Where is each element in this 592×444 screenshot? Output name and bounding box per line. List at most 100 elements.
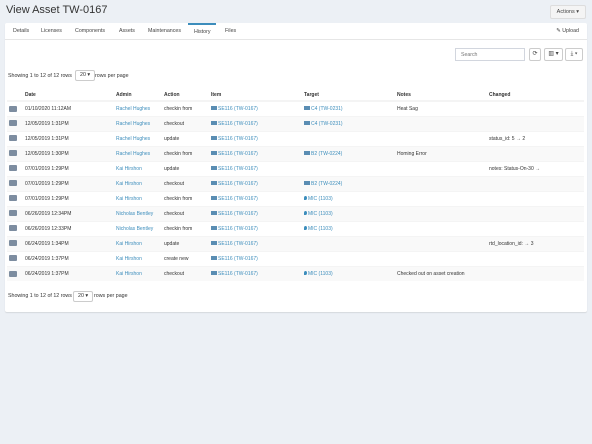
target-link[interactable]: MIC (1103) xyxy=(308,226,333,232)
history-row-icon xyxy=(9,270,17,277)
item-link[interactable]: SE116 (TW-0167) xyxy=(218,256,258,262)
barcode-icon xyxy=(211,241,217,246)
col-target[interactable]: Target xyxy=(302,89,395,102)
item-cell: SE116 (TW-0167) xyxy=(209,220,302,236)
target-cell: B2 (TW-0224) xyxy=(302,145,395,161)
item-link[interactable]: SE116 (TW-0167) xyxy=(218,241,258,247)
target-link[interactable]: C4 (TW-0231) xyxy=(311,121,343,127)
tab-history[interactable]: History xyxy=(188,23,217,40)
date-cell: 06/24/2019 1:37PM xyxy=(23,265,114,281)
col-admin[interactable]: Admin xyxy=(114,89,162,102)
barcode-icon xyxy=(211,181,217,186)
tab-licenses[interactable]: Licenses xyxy=(39,23,64,40)
item-link[interactable]: SE116 (TW-0167) xyxy=(218,136,258,142)
changed-value: notes: Status-On-30 → xyxy=(489,165,541,172)
table-row: 07/01/2019 1:29PM Kai Hirshon checkin from… xyxy=(7,190,584,206)
notes-cell xyxy=(395,250,487,266)
admin-link[interactable]: Rachel Hughes xyxy=(116,121,150,127)
map-marker-icon xyxy=(304,271,307,276)
target-cell: MIC (1103) xyxy=(302,220,395,236)
item-link[interactable]: SE116 (TW-0167) xyxy=(218,121,258,127)
tab-assets[interactable]: Assets xyxy=(117,23,137,40)
admin-link[interactable]: Kai Hirshon xyxy=(116,166,142,172)
tab-details[interactable]: Details xyxy=(11,23,31,40)
content-box: Details Licenses Components Assets Maint… xyxy=(5,23,587,312)
notes-cell: Checked out on asset creation xyxy=(395,265,487,281)
admin-link[interactable]: Kai Hirshon xyxy=(116,181,142,187)
table-row: 12/05/2019 1:30PM Rachel Hughes checkin fr… xyxy=(7,145,584,161)
date-cell: 06/24/2019 1:37PM xyxy=(23,250,114,266)
date-cell: 01/10/2020 11:12AM xyxy=(23,100,114,116)
item-link[interactable]: SE116 (TW-0167) xyxy=(218,271,258,277)
target-link[interactable]: C4 (TW-0231) xyxy=(311,106,343,112)
table-row: 06/24/2019 1:34PM Kai Hirshon update SE116 … xyxy=(7,235,584,251)
item-cell: SE116 (TW-0167) xyxy=(209,265,302,281)
rows-per-page-select-top[interactable]: 20 ▾ xyxy=(75,70,96,81)
admin-link[interactable]: Rachel Hughes xyxy=(116,106,150,112)
action-cell: checkout xyxy=(162,265,209,281)
action-cell: checkin from xyxy=(162,100,209,116)
admin-cell: Kai Hirshon xyxy=(114,250,162,266)
item-cell: SE116 (TW-0167) xyxy=(209,130,302,146)
table-row: 06/26/2019 12:34PM Nicholas Bentley checko… xyxy=(7,205,584,221)
tab-files[interactable]: Files xyxy=(223,23,238,40)
pagination-info-bottom: Showing 1 to 12 of 12 rows xyxy=(8,293,72,299)
admin-link[interactable]: Rachel Hughes xyxy=(116,136,150,142)
item-link[interactable]: SE116 (TW-0167) xyxy=(218,151,258,157)
col-action[interactable]: Action xyxy=(162,89,209,102)
admin-link[interactable]: Nicholas Bentley xyxy=(116,226,153,232)
admin-cell: Kai Hirshon xyxy=(114,190,162,206)
changed-cell xyxy=(487,175,584,191)
admin-cell: Rachel Hughes xyxy=(114,130,162,146)
action-cell: checkout xyxy=(162,205,209,221)
history-row-icon xyxy=(9,255,17,262)
col-item[interactable]: Item xyxy=(209,89,302,102)
target-link[interactable]: MIC (1103) xyxy=(308,271,333,277)
changed-cell xyxy=(487,265,584,281)
admin-link[interactable]: Kai Hirshon xyxy=(116,241,142,247)
map-marker-icon xyxy=(304,211,307,216)
date-cell: 06/26/2019 12:33PM xyxy=(23,220,114,236)
columns-icon[interactable]: ▥ ▾ xyxy=(544,48,563,61)
actions-dropdown-button[interactable]: Actions ▾ xyxy=(549,5,586,19)
admin-cell: Rachel Hughes xyxy=(114,115,162,131)
tab-maintenances[interactable]: Maintenances xyxy=(146,23,183,40)
search-input[interactable] xyxy=(455,48,525,61)
tab-components[interactable]: Components xyxy=(73,23,107,40)
item-link[interactable]: SE116 (TW-0167) xyxy=(218,166,258,172)
rows-per-page-label-top: rows per page xyxy=(95,73,129,79)
barcode-icon xyxy=(211,151,217,156)
col-notes[interactable]: Notes xyxy=(395,89,487,102)
item-link[interactable]: SE116 (TW-0167) xyxy=(218,226,258,232)
admin-link[interactable]: Kai Hirshon xyxy=(116,271,142,277)
admin-link[interactable]: Rachel Hughes xyxy=(116,151,150,157)
barcode-icon xyxy=(304,121,310,126)
table-row: 06/24/2019 1:37PM Kai Hirshon checkout SE11… xyxy=(7,265,584,281)
col-date[interactable]: Date xyxy=(23,89,114,102)
admin-cell: Kai Hirshon xyxy=(114,160,162,176)
upload-button[interactable]: ✎ Upload xyxy=(556,23,579,40)
refresh-icon[interactable]: ⟳ xyxy=(529,48,541,61)
item-link[interactable]: SE116 (TW-0167) xyxy=(218,106,258,112)
target-link[interactable]: MIC (1103) xyxy=(308,211,333,217)
col-changed[interactable]: Changed xyxy=(487,89,584,102)
target-link[interactable]: B2 (TW-0224) xyxy=(311,181,342,187)
admin-link[interactable]: Kai Hirshon xyxy=(116,256,142,262)
notes-cell xyxy=(395,205,487,221)
row-icon-cell xyxy=(7,100,23,116)
rows-per-page-select-bottom[interactable]: 20 ▾ xyxy=(73,291,94,302)
history-row-icon xyxy=(9,195,17,202)
item-link[interactable]: SE116 (TW-0167) xyxy=(218,211,258,217)
target-link[interactable]: B2 (TW-0224) xyxy=(311,151,342,157)
item-link[interactable]: SE116 (TW-0167) xyxy=(218,196,258,202)
date-cell: 12/05/2019 1:31PM xyxy=(23,115,114,131)
admin-link[interactable]: Nicholas Bentley xyxy=(116,211,153,217)
notes-cell xyxy=(395,190,487,206)
row-icon-cell xyxy=(7,190,23,206)
export-icon[interactable]: ⤓ ▾ xyxy=(565,48,583,61)
changed-cell: status_id: 5 → 2 xyxy=(487,130,584,146)
row-icon-cell xyxy=(7,220,23,236)
admin-link[interactable]: Kai Hirshon xyxy=(116,196,142,202)
item-link[interactable]: SE116 (TW-0167) xyxy=(218,181,258,187)
target-link[interactable]: MIC (1103) xyxy=(308,196,333,202)
